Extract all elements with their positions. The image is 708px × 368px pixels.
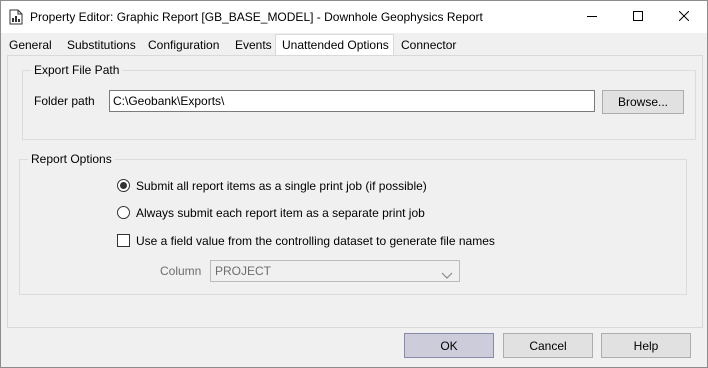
folder-path-input[interactable]: C:\Geobank\Exports\ xyxy=(109,90,595,112)
minimize-button[interactable] xyxy=(569,1,615,33)
minimize-icon xyxy=(587,10,597,24)
cancel-button[interactable]: Cancel xyxy=(503,333,593,358)
folder-path-label: Folder path xyxy=(34,94,95,108)
field-value-filename-label[interactable]: Use a field value from the controlling d… xyxy=(136,234,495,248)
column-select-value: PROJECT xyxy=(215,264,272,278)
browse-button[interactable]: Browse... xyxy=(602,90,684,114)
close-icon xyxy=(678,10,690,24)
column-select[interactable]: PROJECT xyxy=(210,260,460,282)
report-options-legend: Report Options xyxy=(28,152,115,166)
tab-substitutions[interactable]: Substitutions xyxy=(67,36,136,56)
single-print-job-radio[interactable] xyxy=(117,179,130,192)
tab-events[interactable]: Events xyxy=(235,36,272,56)
close-button[interactable] xyxy=(661,1,707,33)
unattended-options-panel: Export File Path Folder path C:\Geobank\… xyxy=(7,55,703,328)
separate-print-job-radio[interactable] xyxy=(117,206,130,219)
separate-print-job-label[interactable]: Always submit each report item as a sepa… xyxy=(136,206,425,220)
report-document-icon xyxy=(9,9,23,25)
maximize-icon xyxy=(633,10,643,24)
tab-connector[interactable]: Connector xyxy=(401,36,456,56)
maximize-button[interactable] xyxy=(615,1,661,33)
report-options-group: Report Options Submit all report items a… xyxy=(19,152,687,295)
column-label: Column xyxy=(160,264,202,278)
radio-selected-dot xyxy=(120,182,127,189)
tab-general[interactable]: General xyxy=(9,36,52,56)
ok-button[interactable]: OK xyxy=(404,333,494,358)
single-print-job-label[interactable]: Submit all report items as a single prin… xyxy=(136,179,427,193)
window-title: Property Editor: Graphic Report [GB_BASE… xyxy=(30,10,483,24)
help-button[interactable]: Help xyxy=(601,333,691,358)
title-bar: Property Editor: Graphic Report [GB_BASE… xyxy=(1,1,707,33)
chevron-down-icon xyxy=(441,268,453,282)
tab-unattended-options[interactable]: Unattended Options xyxy=(275,34,394,57)
field-value-filename-checkbox[interactable] xyxy=(117,234,130,247)
export-file-path-legend: Export File Path xyxy=(31,63,123,77)
tab-configuration[interactable]: Configuration xyxy=(148,36,219,56)
export-file-path-group: Export File Path Folder path C:\Geobank\… xyxy=(22,63,696,140)
property-editor-window: Property Editor: Graphic Report [GB_BASE… xyxy=(0,0,708,368)
